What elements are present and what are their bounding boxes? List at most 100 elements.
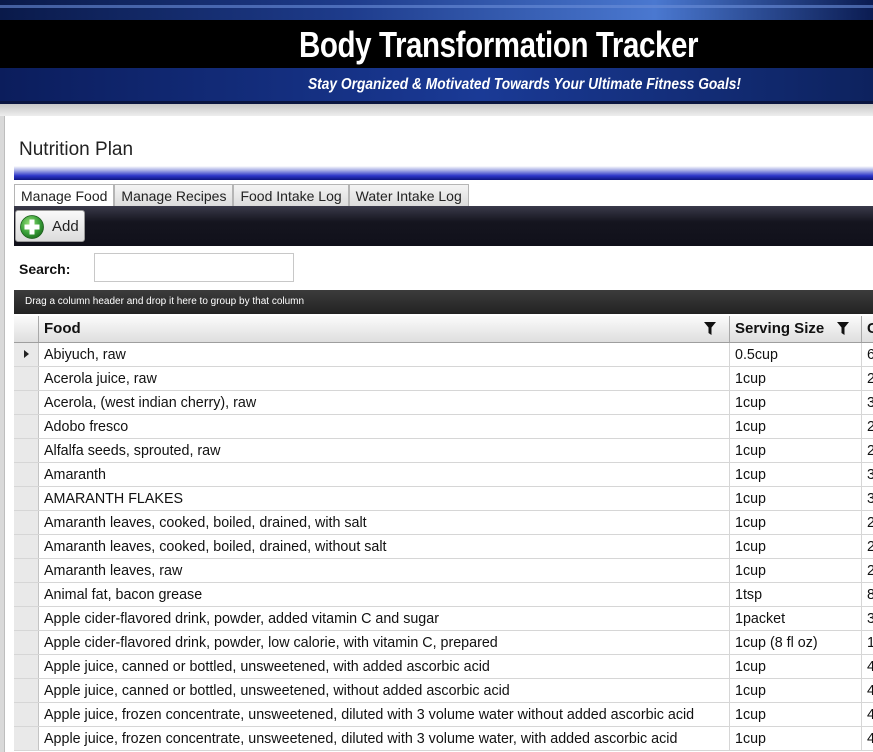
row-indicator[interactable]: [14, 343, 39, 366]
table-row[interactable]: Amaranth leaves, cooked, boiled, drained…: [14, 511, 873, 535]
table-row[interactable]: Amaranth leaves, cooked, boiled, drained…: [14, 535, 873, 559]
table-row[interactable]: Adobo fresco1cup2: [14, 415, 873, 439]
table-row[interactable]: Apple cider-flavored drink, powder, low …: [14, 631, 873, 655]
cell-calories[interactable]: 3: [862, 607, 873, 630]
cell-calories[interactable]: 4: [862, 655, 873, 678]
cell-serving-size[interactable]: 1cup: [730, 391, 862, 414]
cell-serving-size[interactable]: 1cup: [730, 703, 862, 726]
cell-calories[interactable]: 4: [862, 679, 873, 702]
cell-food[interactable]: Apple juice, canned or bottled, unsweete…: [39, 655, 730, 678]
column-header-serving-size[interactable]: Serving Size: [730, 316, 862, 342]
row-indicator[interactable]: [14, 727, 39, 750]
cell-calories[interactable]: 2: [862, 415, 873, 438]
cell-serving-size[interactable]: 1cup: [730, 559, 862, 582]
column-header-food[interactable]: Food: [39, 316, 730, 342]
cell-calories[interactable]: 2: [862, 559, 873, 582]
cell-serving-size[interactable]: 1cup: [730, 367, 862, 390]
row-indicator[interactable]: [14, 511, 39, 534]
cell-food[interactable]: Apple juice, frozen concentrate, unsweet…: [39, 727, 730, 750]
cell-food[interactable]: Adobo fresco: [39, 415, 730, 438]
row-indicator[interactable]: [14, 631, 39, 654]
cell-food[interactable]: Apple cider-flavored drink, powder, low …: [39, 631, 730, 654]
cell-food[interactable]: AMARANTH FLAKES: [39, 487, 730, 510]
table-row[interactable]: Animal fat, bacon grease1tsp8: [14, 583, 873, 607]
row-indicator[interactable]: [14, 655, 39, 678]
table-row[interactable]: Apple juice, canned or bottled, unsweete…: [14, 679, 873, 703]
cell-calories[interactable]: 4: [862, 703, 873, 726]
cell-food[interactable]: Acerola juice, raw: [39, 367, 730, 390]
add-button[interactable]: Add: [15, 210, 85, 242]
cell-food[interactable]: Amaranth: [39, 463, 730, 486]
row-indicator[interactable]: [14, 487, 39, 510]
window-frame-top: [0, 104, 873, 116]
row-indicator[interactable]: [14, 607, 39, 630]
cell-food[interactable]: Amaranth leaves, cooked, boiled, drained…: [39, 535, 730, 558]
cell-food[interactable]: Abiyuch, raw: [39, 343, 730, 366]
cell-serving-size[interactable]: 1cup: [730, 511, 862, 534]
cell-food[interactable]: Apple cider-flavored drink, powder, adde…: [39, 607, 730, 630]
search-input[interactable]: [94, 253, 294, 282]
row-indicator[interactable]: [14, 463, 39, 486]
cell-calories[interactable]: 3: [862, 487, 873, 510]
group-by-panel[interactable]: Drag a column header and drop it here to…: [14, 290, 873, 314]
cell-serving-size[interactable]: 1cup: [730, 679, 862, 702]
cell-serving-size[interactable]: 1cup: [730, 535, 862, 558]
cell-serving-size[interactable]: 1cup: [730, 655, 862, 678]
cell-serving-size[interactable]: 1cup: [730, 439, 862, 462]
table-row[interactable]: Apple juice, canned or bottled, unsweete…: [14, 655, 873, 679]
cell-food[interactable]: Amaranth leaves, cooked, boiled, drained…: [39, 511, 730, 534]
filter-icon[interactable]: [704, 322, 716, 336]
row-indicator[interactable]: [14, 415, 39, 438]
cell-calories[interactable]: 2: [862, 535, 873, 558]
table-row[interactable]: Abiyuch, raw0.5cup6: [14, 343, 873, 367]
plus-circle-icon: [20, 215, 44, 239]
cell-serving-size[interactable]: 1cup: [730, 463, 862, 486]
cell-serving-size[interactable]: 1packet: [730, 607, 862, 630]
cell-calories[interactable]: 2: [862, 439, 873, 462]
cell-serving-size[interactable]: 1cup (8 fl oz): [730, 631, 862, 654]
cell-serving-size[interactable]: 1tsp: [730, 583, 862, 606]
cell-calories[interactable]: 1: [862, 631, 873, 654]
cell-calories[interactable]: 2: [862, 511, 873, 534]
tab-food-intake-log[interactable]: Food Intake Log: [233, 184, 349, 206]
row-indicator[interactable]: [14, 391, 39, 414]
cell-calories[interactable]: 4: [862, 727, 873, 750]
row-indicator[interactable]: [14, 439, 39, 462]
cell-calories[interactable]: 2: [862, 367, 873, 390]
table-row[interactable]: Acerola juice, raw1cup2: [14, 367, 873, 391]
table-row[interactable]: Amaranth leaves, raw1cup2: [14, 559, 873, 583]
cell-serving-size[interactable]: 0.5cup: [730, 343, 862, 366]
cell-food[interactable]: Apple juice, frozen concentrate, unsweet…: [39, 703, 730, 726]
cell-calories[interactable]: 3: [862, 463, 873, 486]
cell-calories[interactable]: 8: [862, 583, 873, 606]
row-indicator[interactable]: [14, 559, 39, 582]
cell-calories[interactable]: 3: [862, 391, 873, 414]
cell-food[interactable]: Alfalfa seeds, sprouted, raw: [39, 439, 730, 462]
table-row[interactable]: Apple juice, frozen concentrate, unsweet…: [14, 727, 873, 751]
cell-food[interactable]: Acerola, (west indian cherry), raw: [39, 391, 730, 414]
cell-serving-size[interactable]: 1cup: [730, 727, 862, 750]
table-row[interactable]: AMARANTH FLAKES1cup3: [14, 487, 873, 511]
tab-manage-recipes[interactable]: Manage Recipes: [114, 184, 234, 206]
table-row[interactable]: Apple cider-flavored drink, powder, adde…: [14, 607, 873, 631]
cell-food[interactable]: Animal fat, bacon grease: [39, 583, 730, 606]
cell-serving-size[interactable]: 1cup: [730, 415, 862, 438]
row-indicator[interactable]: [14, 535, 39, 558]
table-row[interactable]: Acerola, (west indian cherry), raw1cup3: [14, 391, 873, 415]
cell-food[interactable]: Amaranth leaves, raw: [39, 559, 730, 582]
column-header-calories[interactable]: C: [862, 316, 873, 342]
tab-water-intake-log[interactable]: Water Intake Log: [348, 184, 469, 206]
table-row[interactable]: Alfalfa seeds, sprouted, raw1cup2: [14, 439, 873, 463]
table-row[interactable]: Apple juice, frozen concentrate, unsweet…: [14, 703, 873, 727]
column-header-food-label: Food: [44, 320, 81, 337]
row-indicator[interactable]: [14, 679, 39, 702]
row-indicator[interactable]: [14, 583, 39, 606]
row-indicator[interactable]: [14, 367, 39, 390]
table-row[interactable]: Amaranth1cup3: [14, 463, 873, 487]
row-indicator[interactable]: [14, 703, 39, 726]
cell-serving-size[interactable]: 1cup: [730, 487, 862, 510]
tab-manage-food[interactable]: Manage Food: [14, 184, 115, 207]
cell-calories[interactable]: 6: [862, 343, 873, 366]
cell-food[interactable]: Apple juice, canned or bottled, unsweete…: [39, 679, 730, 702]
filter-icon[interactable]: [837, 322, 849, 336]
